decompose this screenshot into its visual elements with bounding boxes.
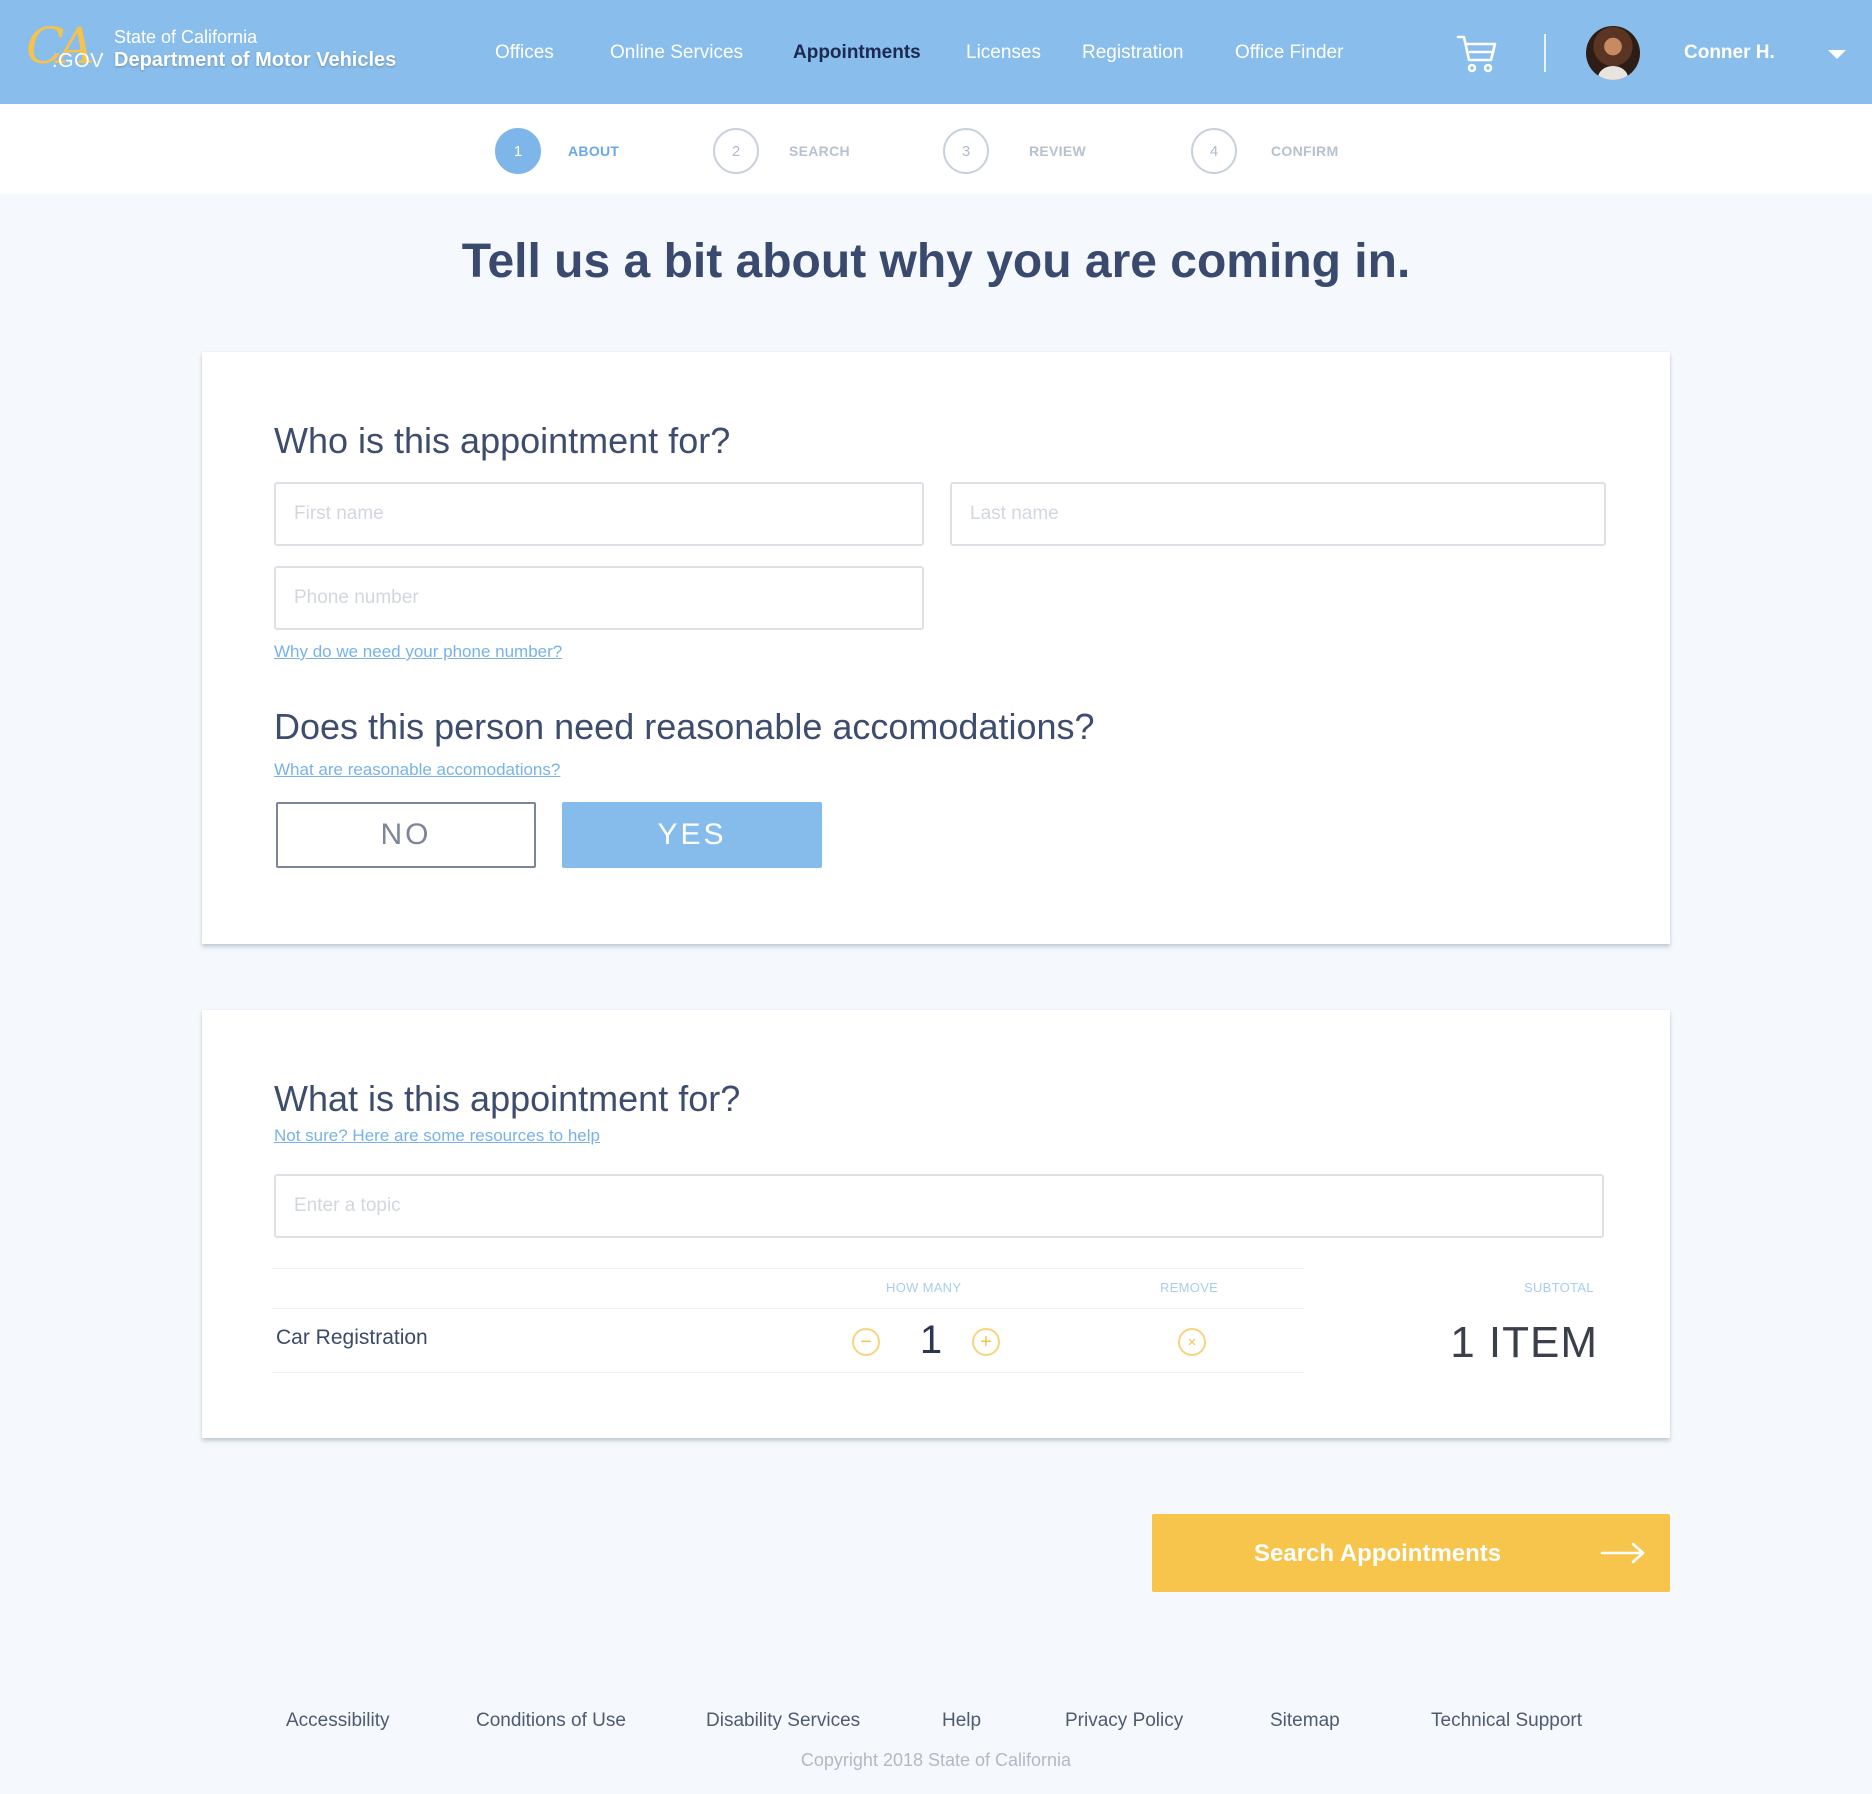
what-heading: What is this appointment for? bbox=[274, 1078, 741, 1119]
step-2-circle[interactable]: 2 bbox=[713, 128, 759, 174]
brand-state: State of California bbox=[114, 27, 258, 47]
step-1-label[interactable]: ABOUT bbox=[568, 143, 619, 159]
step-3-circle[interactable]: 3 bbox=[943, 128, 989, 174]
nav-online-services[interactable]: Online Services bbox=[610, 42, 743, 64]
nav-licenses[interactable]: Licenses bbox=[966, 42, 1041, 64]
resources-help-link[interactable]: Not sure? Here are some resources to hel… bbox=[274, 1126, 600, 1146]
chevron-down-icon[interactable] bbox=[1828, 50, 1846, 59]
who-card: Who is this appointment for? Why do we n… bbox=[202, 352, 1670, 944]
column-remove: REMOVE bbox=[1160, 1280, 1219, 1295]
phone-field[interactable] bbox=[274, 566, 924, 630]
what-card: What is this appointment for? Not sure? … bbox=[202, 1010, 1670, 1438]
last-name-field[interactable] bbox=[950, 482, 1606, 546]
column-how-many: HOW MANY bbox=[886, 1280, 962, 1295]
subtotal-value: 1 ITEM bbox=[1450, 1318, 1598, 1367]
footer-link-privacy[interactable]: Privacy Policy bbox=[1065, 1710, 1183, 1732]
table-top-divider bbox=[272, 1268, 1304, 1269]
item-name: Car Registration bbox=[276, 1326, 428, 1349]
nav-offices[interactable]: Offices bbox=[495, 42, 554, 64]
no-button[interactable]: NO bbox=[276, 802, 536, 868]
table-bottom-divider bbox=[272, 1372, 1304, 1373]
who-heading: Who is this appointment for? bbox=[274, 420, 731, 461]
step-3-label[interactable]: REVIEW bbox=[1029, 143, 1086, 159]
avatar[interactable] bbox=[1586, 26, 1640, 80]
table-header-divider bbox=[272, 1308, 1304, 1309]
step-4-label[interactable]: CONFIRM bbox=[1271, 143, 1338, 159]
footer-link-disability[interactable]: Disability Services bbox=[706, 1710, 860, 1732]
footer-link-sitemap[interactable]: Sitemap bbox=[1270, 1710, 1340, 1732]
step-2-label[interactable]: SEARCH bbox=[789, 143, 850, 159]
topic-field[interactable] bbox=[274, 1174, 1604, 1238]
copyright: Copyright 2018 State of California bbox=[800, 1750, 1072, 1770]
yes-button[interactable]: YES bbox=[562, 802, 822, 868]
ca-gov-logo[interactable]: CA .GOV bbox=[26, 17, 106, 80]
step-4-circle[interactable]: 4 bbox=[1191, 128, 1237, 174]
search-appointments-label: Search Appointments bbox=[1254, 1540, 1502, 1567]
phone-help-link[interactable]: Why do we need your phone number? bbox=[274, 642, 562, 662]
page-title: Tell us a bit about why you are coming i… bbox=[461, 235, 1411, 288]
phone-input[interactable] bbox=[276, 568, 922, 628]
topic-input[interactable] bbox=[276, 1176, 1602, 1236]
accommodations-heading: Does this person need reasonable accomod… bbox=[274, 706, 1095, 747]
header-divider bbox=[1544, 34, 1546, 72]
nav-registration[interactable]: Registration bbox=[1082, 42, 1183, 64]
column-subtotal: SUBTOTAL bbox=[1524, 1280, 1594, 1295]
accommodations-help-link[interactable]: What are reasonable accomodations? bbox=[274, 760, 560, 780]
footer-link-help[interactable]: Help bbox=[942, 1710, 981, 1732]
brand-block[interactable]: State of California Department of Motor … bbox=[114, 26, 396, 72]
logo-gov-text: .GOV bbox=[52, 50, 105, 72]
step-1-circle[interactable]: 1 bbox=[495, 128, 541, 174]
footer-link-accessibility[interactable]: Accessibility bbox=[286, 1710, 389, 1732]
nav-office-finder[interactable]: Office Finder bbox=[1235, 42, 1343, 64]
shopping-cart-icon[interactable] bbox=[1456, 34, 1498, 74]
progress-stepper: 1 ABOUT 2 SEARCH 3 REVIEW 4 CONFIRM bbox=[0, 104, 1872, 194]
search-appointments-button[interactable]: Search Appointments bbox=[1152, 1514, 1670, 1592]
first-name-input[interactable] bbox=[276, 484, 922, 544]
nav-appointments[interactable]: Appointments bbox=[793, 42, 921, 64]
footer-link-conditions[interactable]: Conditions of Use bbox=[476, 1710, 626, 1732]
brand-department: Department of Motor Vehicles bbox=[114, 49, 397, 71]
first-name-field[interactable] bbox=[274, 482, 924, 546]
plus-icon[interactable]: + bbox=[972, 1328, 1000, 1356]
user-name[interactable]: Conner H. bbox=[1684, 42, 1775, 64]
minus-icon[interactable]: − bbox=[852, 1328, 880, 1356]
top-header: CA .GOV State of California Department o… bbox=[0, 0, 1872, 104]
item-quantity: 1 bbox=[919, 1318, 943, 1362]
arrow-right-icon bbox=[1600, 1542, 1645, 1564]
footer-link-support[interactable]: Technical Support bbox=[1431, 1710, 1582, 1732]
last-name-input[interactable] bbox=[952, 484, 1604, 544]
remove-icon[interactable]: × bbox=[1178, 1328, 1206, 1356]
